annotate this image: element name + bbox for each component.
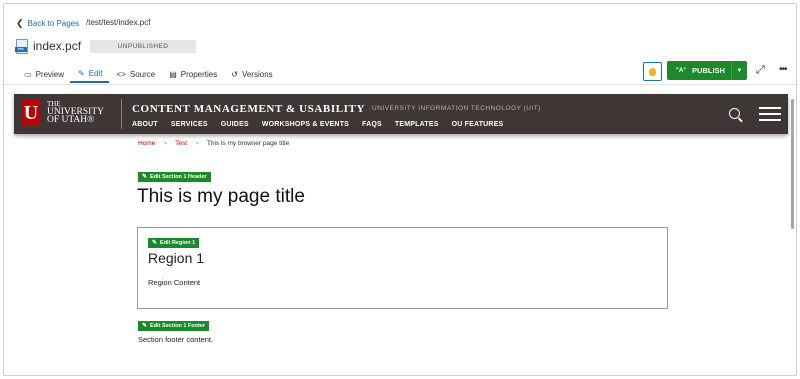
tab-edit[interactable]: ✎ Edit xyxy=(70,66,109,83)
main-nav: ABOUT SERVICES GUIDES WORKSHOPS & EVENTS… xyxy=(132,121,503,128)
editor-window: ❮ Back to Pages /test/test/index.pcf PCF… xyxy=(3,3,797,376)
edit-section-header-button[interactable]: ✎ Edit Section 1 Header xyxy=(138,172,211,182)
hamburger-menu-icon[interactable] xyxy=(759,107,781,121)
tab-preview-label: Preview xyxy=(35,70,65,79)
page-preview: U THE UNIVERSITY OF UTAH® CONTENT MANAGE… xyxy=(14,94,788,375)
logo-line-3: OF UTAH® xyxy=(47,115,95,125)
tab-edit-label: Edit xyxy=(88,69,103,78)
chevron-left-icon: ❮ xyxy=(16,18,24,28)
breadcrumb-current: This is my browser page title xyxy=(206,140,290,147)
tab-properties-label: Properties xyxy=(180,70,218,79)
back-to-pages-label: Back to Pages xyxy=(27,19,80,28)
site-subtitle: UNIVERSITY INFORMATION TECHNOLOGY (UIT) xyxy=(372,105,541,112)
header-divider xyxy=(121,99,122,129)
breadcrumb-separator: > xyxy=(195,140,199,147)
region-content: Region Content xyxy=(148,278,201,287)
code-icon: <> xyxy=(116,70,126,79)
toolbar-divider xyxy=(4,84,796,85)
tab-properties[interactable]: ▤ Properties xyxy=(161,66,223,83)
edit-section-footer-label: Edit Section 1 Footer xyxy=(150,323,206,329)
back-to-pages-link[interactable]: ❮ Back to Pages xyxy=(16,18,79,29)
tab-preview[interactable]: ▭ Preview xyxy=(16,66,70,83)
region-title: Region 1 xyxy=(148,250,205,266)
scrollbar[interactable] xyxy=(791,99,794,229)
search-icon[interactable] xyxy=(729,108,740,119)
more-options-icon[interactable]: ••• xyxy=(779,64,787,75)
tab-source[interactable]: <> Source xyxy=(109,66,162,83)
pencil-icon: ✎ xyxy=(78,69,85,78)
nav-services[interactable]: SERVICES xyxy=(171,121,208,128)
section-footer-text: Section footer content. xyxy=(138,335,214,344)
nav-about[interactable]: ABOUT xyxy=(132,121,158,128)
publish-label: PUBLISH xyxy=(692,66,725,75)
history-icon: ↺ xyxy=(231,70,238,79)
chevron-down-icon[interactable]: ▼ xyxy=(731,61,747,80)
tab-versions-label: Versions xyxy=(241,70,273,79)
page-title: This is my page title xyxy=(137,186,305,207)
pencil-icon: ✎ xyxy=(142,174,148,180)
monitor-icon: ▭ xyxy=(24,70,32,79)
region-1-box: ✎ Edit Region 1 Region 1 Region Content xyxy=(137,227,668,309)
edit-section-footer-button[interactable]: ✎ Edit Section 1 Footer xyxy=(138,321,210,331)
file-type-tag: PCF xyxy=(15,47,27,52)
publish-prefix: "A" xyxy=(676,67,687,74)
tab-versions[interactable]: ↺ Versions xyxy=(223,66,278,83)
nav-templates[interactable]: TEMPLATES xyxy=(395,121,439,128)
file-path: /test/test/index.pcf xyxy=(86,18,151,27)
breadcrumb-test[interactable]: Test xyxy=(175,140,187,147)
edit-section-header-label: Edit Section 1 Header xyxy=(150,174,207,180)
breadcrumb-home[interactable]: Home xyxy=(138,140,155,147)
edit-region-label: Edit Region 1 xyxy=(160,240,196,246)
pencil-icon: ✎ xyxy=(142,323,148,329)
properties-icon: ▤ xyxy=(169,70,177,79)
breadcrumb: Home > Test > This is my browser page ti… xyxy=(138,140,289,147)
pencil-icon: ✎ xyxy=(152,240,158,246)
publish-button[interactable]: "A" PUBLISH ▼ xyxy=(667,61,747,80)
status-badge: UNPUBLISHED xyxy=(90,40,196,53)
university-wordmark[interactable]: THE UNIVERSITY OF UTAH® xyxy=(47,100,104,125)
edit-region-button[interactable]: ✎ Edit Region 1 xyxy=(148,238,200,248)
university-logo-icon[interactable]: U xyxy=(22,100,40,126)
site-title[interactable]: CONTENT MANAGEMENT & USABILITY xyxy=(132,103,365,115)
site-header: U THE UNIVERSITY OF UTAH® CONTENT MANAGE… xyxy=(14,94,788,134)
lightbulb-button[interactable] xyxy=(643,62,662,81)
nav-guides[interactable]: GUIDES xyxy=(221,121,249,128)
nav-workshops-events[interactable]: WORKSHOPS & EVENTS xyxy=(262,121,349,128)
file-name: index.pcf xyxy=(33,39,82,53)
lightbulb-icon xyxy=(649,67,656,76)
tab-source-label: Source xyxy=(129,70,156,79)
pcf-file-icon: PCF xyxy=(15,39,28,54)
breadcrumb-separator: > xyxy=(163,140,168,147)
nav-faqs[interactable]: FAQS xyxy=(362,121,382,128)
nav-ou-features[interactable]: OU FEATURES xyxy=(452,121,504,128)
expand-icon[interactable]: ⤢ xyxy=(756,64,765,77)
view-tabs: ▭ Preview ✎ Edit <> Source ▤ Properties … xyxy=(16,66,279,83)
